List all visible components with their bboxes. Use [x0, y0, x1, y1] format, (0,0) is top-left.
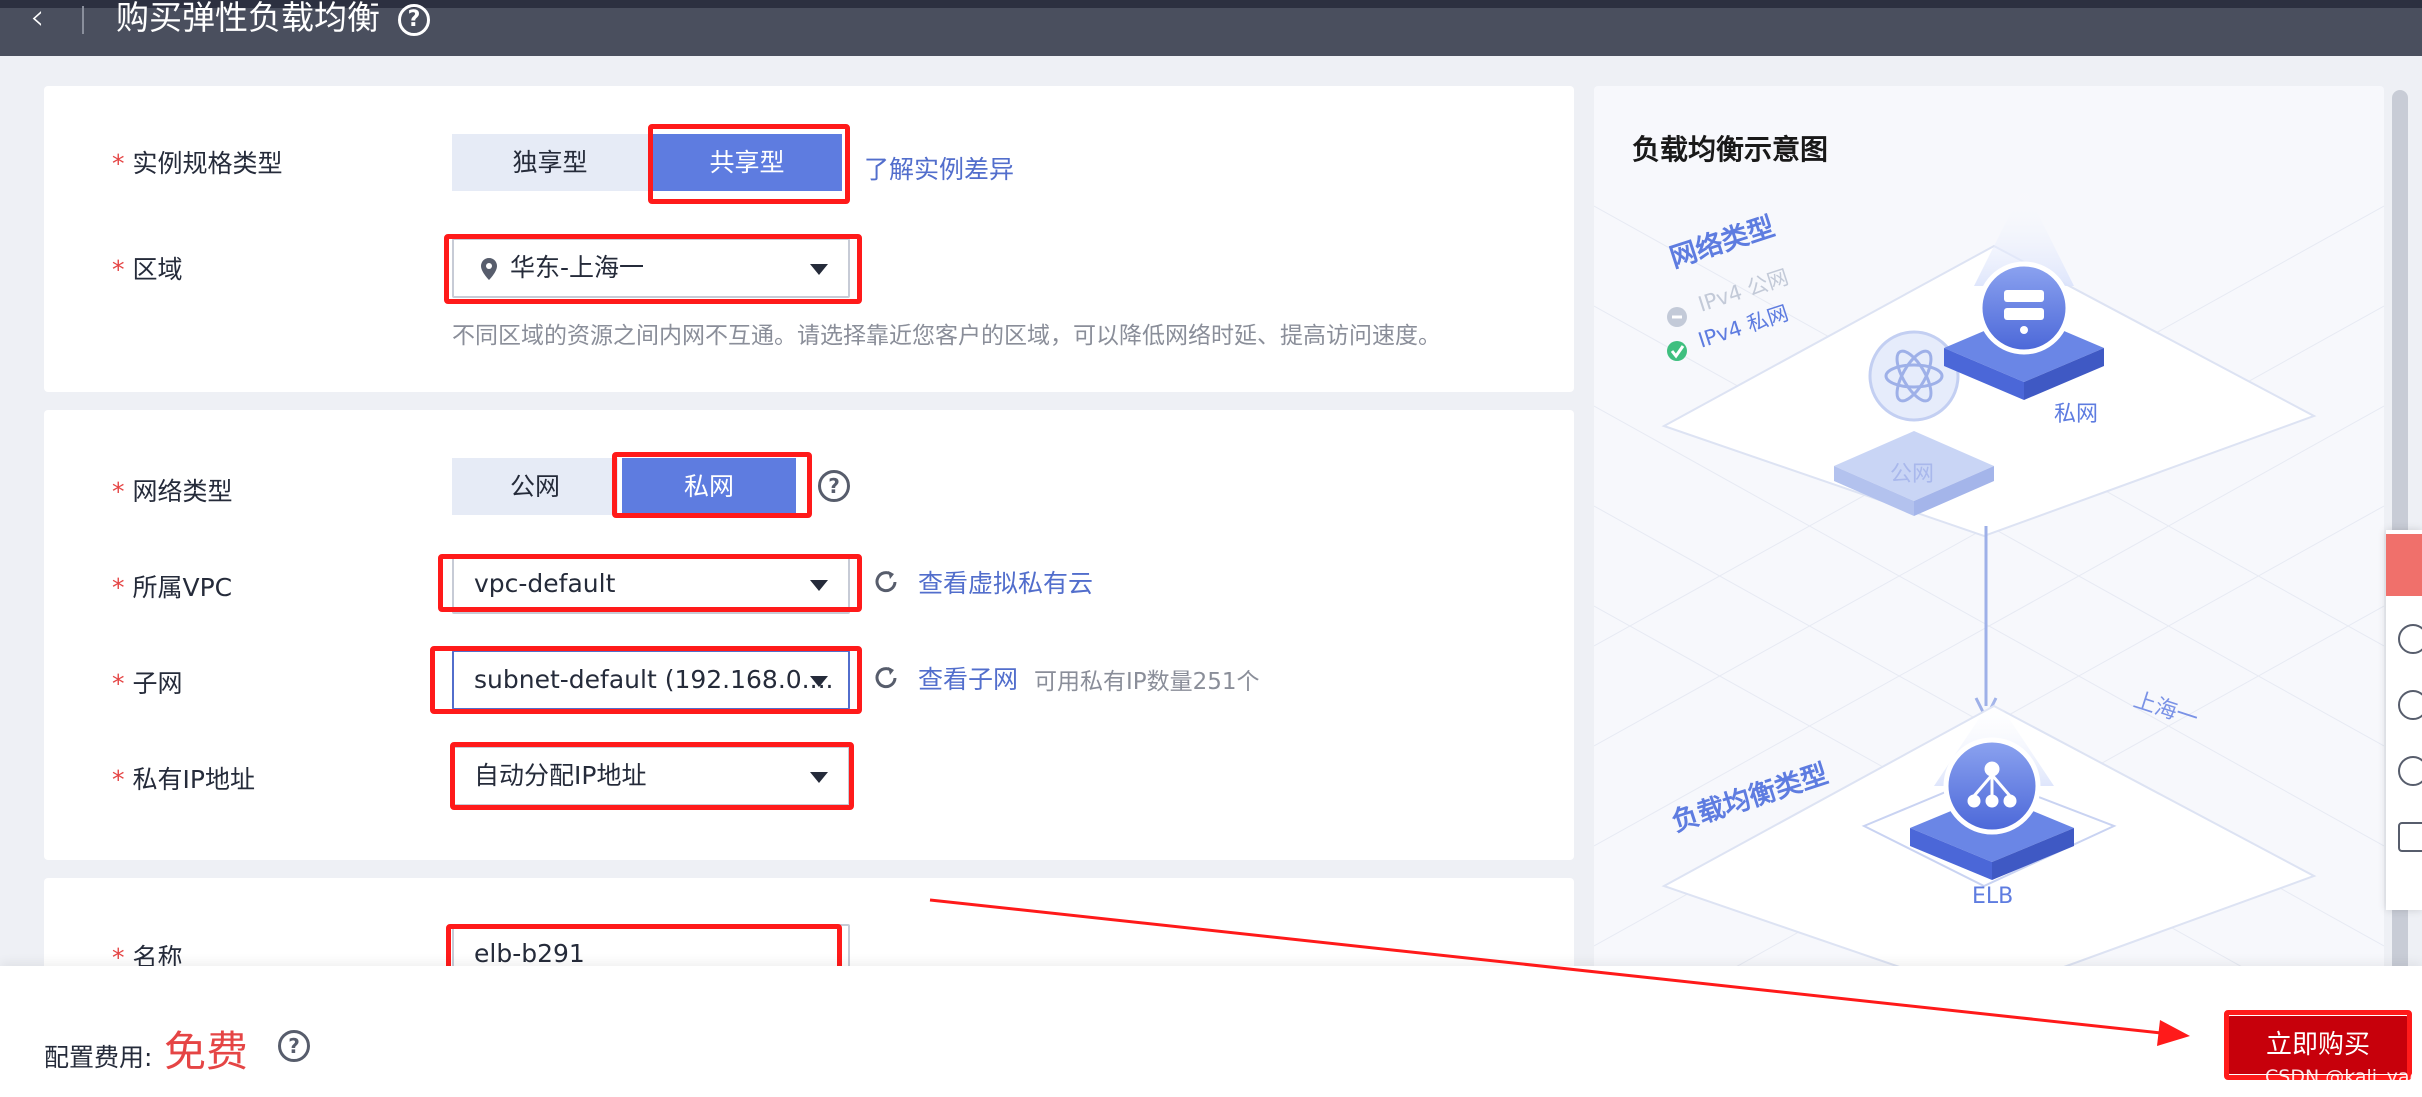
region-label: * 区域 [112, 250, 183, 286]
help-icon[interactable] [2398, 756, 2422, 786]
subnet-label-text: 子网 [132, 669, 183, 698]
footer-bar [0, 966, 2422, 1097]
spec-option-dedicated[interactable]: 独享型 [452, 134, 648, 191]
back-arrow-icon[interactable]: ‹ [30, 0, 60, 36]
vpc-label: * 所属VPC [112, 568, 232, 604]
required-mark: * [112, 255, 125, 284]
page-title: 购买弹性负载均衡 [116, 0, 380, 37]
fee-label: 配置费用: [44, 1043, 153, 1072]
region-label-text: 区域 [132, 255, 183, 284]
spec-type-label: * 实例规格类型 [112, 144, 283, 180]
private-ip-label: * 私有IP地址 [112, 760, 255, 796]
network-option-public[interactable]: 公网 [452, 458, 618, 515]
annotation-box-spec [648, 124, 850, 204]
region-hint: 不同区域的资源之间内网不互通。请选择靠近您客户的区域，可以降低网络时延、提高访问… [452, 323, 1441, 349]
fee-help-icon[interactable]: ? [278, 1030, 310, 1062]
subnet-ip-count: 可用私有IP数量251个 [1034, 669, 1260, 695]
fee-value: 免费 [164, 1027, 249, 1076]
spec-type-label-text: 实例规格类型 [132, 149, 283, 178]
title-help-icon[interactable]: ? [398, 4, 430, 36]
annotation-box-subnet [430, 646, 862, 714]
document-icon[interactable] [2398, 822, 2422, 852]
spec-diff-link[interactable]: 了解实例差异 [864, 150, 1014, 186]
diagram-title: 负载均衡示意图 [1632, 133, 1829, 166]
view-vpc-link[interactable]: 查看虚拟私有云 [918, 564, 1093, 600]
top-bar-divider [82, 6, 84, 34]
annotation-box-private-ip [450, 742, 854, 810]
required-mark: * [112, 765, 125, 794]
network-type-label: * 网络类型 [112, 472, 233, 508]
view-subnet-link[interactable]: 查看子网 [918, 660, 1018, 696]
network-type-label-text: 网络类型 [132, 477, 233, 506]
required-mark: * [112, 669, 125, 698]
required-mark: * [112, 477, 125, 506]
subnet-label: * 子网 [112, 664, 183, 700]
headset-icon[interactable] [2398, 690, 2422, 720]
refresh-subnet-icon[interactable] [872, 664, 900, 692]
diagram-public-node-label: 公网 [1890, 462, 1935, 487]
diagram-elb-node-label: ELB [1972, 884, 2014, 909]
annotation-box-vpc [438, 554, 862, 612]
required-mark: * [112, 573, 125, 602]
network-help-icon[interactable]: ? [818, 470, 850, 502]
refresh-vpc-icon[interactable] [872, 568, 900, 596]
private-ip-label-text: 私有IP地址 [132, 765, 255, 794]
feedback-button[interactable] [2386, 534, 2422, 596]
annotation-box-network [612, 452, 812, 518]
required-mark: * [112, 149, 125, 178]
annotation-box-region [444, 234, 862, 304]
vpc-label-text: 所属VPC [132, 573, 233, 602]
diagram-private-node-label: 私网 [2054, 402, 2099, 427]
smile-icon[interactable] [2398, 624, 2422, 654]
watermark: CSDN @kali_yao [2265, 1066, 2422, 1088]
